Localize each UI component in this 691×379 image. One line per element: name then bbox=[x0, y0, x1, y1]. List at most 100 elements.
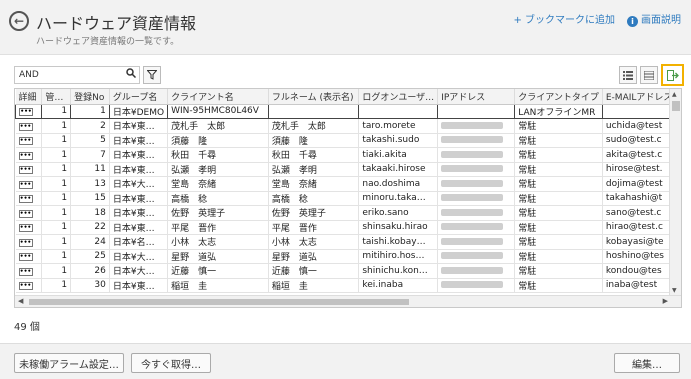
table-row[interactable]: ••• 1 18 日本¥東… 佐野 英理子 佐野 英理子 eriko.sano 常駐 sano@… bbox=[15, 205, 681, 221]
column-header-detail[interactable]: 詳細 bbox=[15, 89, 43, 105]
filter-icon bbox=[147, 70, 157, 80]
table-row[interactable]: ••• 1 26 日本¥大… 近藤 慎一 近藤 慎一 shinichu.kon… 常駐 kond… bbox=[15, 263, 681, 279]
more-icon[interactable]: ••• bbox=[19, 108, 33, 117]
logon-user-cell: shinsaku.hirao bbox=[358, 220, 439, 235]
fullname-cell: 佐野 英理子 bbox=[268, 205, 360, 221]
client-name-cell: 小林 太志 bbox=[167, 234, 269, 250]
search-icon[interactable] bbox=[126, 68, 137, 81]
client-type-cell: 常駐 bbox=[514, 162, 603, 177]
table-row[interactable]: ••• 1 22 日本¥東… 平尾 晋作 平尾 晋作 shinsaku.hirao 常駐 hir… bbox=[15, 220, 681, 235]
client-type-cell: 常駐 bbox=[514, 118, 603, 134]
inactivity-alarm-settings-button[interactable]: 未稼働アラーム設定… bbox=[14, 353, 124, 373]
client-type-cell: 常駐 bbox=[514, 278, 603, 293]
horizontal-scrollbar[interactable]: ◀ ▶ bbox=[15, 295, 681, 307]
column-header-client[interactable]: クライアント名 bbox=[167, 89, 269, 105]
reg-no-cell: 15 bbox=[70, 191, 110, 206]
redacted-ip bbox=[441, 252, 504, 260]
group-cell: 日本¥東… bbox=[109, 162, 169, 177]
acquire-now-button[interactable]: 今すぐ取得… bbox=[131, 353, 211, 373]
fullname-cell bbox=[267, 103, 360, 119]
vertical-scroll-thumb[interactable] bbox=[672, 101, 680, 111]
column-header-fullname[interactable]: フルネーム (表示名) bbox=[268, 89, 360, 105]
client-name-cell: 近藤 慎一 bbox=[167, 263, 269, 279]
manage-cell: 1 bbox=[41, 263, 72, 279]
column-header-reg-no[interactable]: 登録No bbox=[70, 89, 110, 105]
table-row[interactable]: ••• 1 15 日本¥東… 高橋 稔高橋 稔 minoru.taka… 常駐 takahas… bbox=[15, 191, 681, 206]
scroll-up-icon[interactable]: ▲ bbox=[672, 91, 677, 98]
detail-cell: ••• bbox=[15, 176, 43, 192]
filter-button[interactable] bbox=[143, 66, 161, 84]
redacted-ip bbox=[441, 223, 504, 231]
column-header-client-type[interactable]: クライアントタイプ bbox=[514, 89, 603, 105]
fullname-cell: 近藤 慎一 bbox=[268, 263, 360, 279]
table-row[interactable]: ••• 1 2 日本¥東… 茂札手 太郎 茂札手 太郎 taro.morete 常駐 uchid… bbox=[15, 118, 681, 134]
fullname-cell: 弘瀬 孝明 bbox=[268, 162, 360, 177]
reg-no-cell: 11 bbox=[70, 162, 110, 177]
client-type-cell: 常駐 bbox=[514, 191, 603, 206]
record-count: 49 個 bbox=[14, 322, 40, 333]
reg-no-cell: 30 bbox=[70, 278, 110, 293]
reg-no-cell: 24 bbox=[70, 234, 110, 250]
table-row[interactable]: ••• 1 7 日本¥東… 秋田 千尋 秋田 千尋 tiaki.akita 常駐 akita@t… bbox=[15, 147, 681, 163]
scroll-down-icon[interactable]: ▼ bbox=[672, 287, 677, 294]
ip-address-cell bbox=[437, 234, 516, 250]
logon-user-cell: eriko.sano bbox=[358, 205, 439, 221]
scroll-right-icon[interactable]: ▶ bbox=[663, 297, 668, 305]
more-icon[interactable]: ••• bbox=[18, 267, 33, 276]
manage-cell: 1 bbox=[41, 220, 72, 235]
edit-button[interactable]: 編集… bbox=[614, 353, 680, 373]
add-bookmark-link[interactable]: + ブックマークに追加 bbox=[513, 11, 615, 27]
logon-user-cell: taishi.kobay… bbox=[358, 234, 439, 250]
search-input[interactable] bbox=[14, 66, 140, 84]
horizontal-scroll-thumb[interactable] bbox=[29, 299, 409, 305]
more-icon[interactable]: ••• bbox=[18, 253, 33, 262]
group-cell: 日本¥名… bbox=[109, 234, 169, 250]
table-view-icon bbox=[644, 70, 654, 80]
logon-user-cell: kei.inaba bbox=[358, 278, 439, 293]
redacted-ip bbox=[441, 194, 504, 202]
column-header-group[interactable]: グループ名 bbox=[109, 89, 169, 105]
screen-help-link[interactable]: i 画面説明 bbox=[627, 11, 681, 27]
vertical-scrollbar[interactable]: ▲ ▼ bbox=[669, 89, 681, 296]
more-icon[interactable]: ••• bbox=[18, 224, 33, 233]
more-icon[interactable]: ••• bbox=[18, 195, 33, 204]
detail-cell: ••• bbox=[15, 249, 43, 264]
detail-cell: ••• bbox=[15, 278, 43, 293]
more-icon[interactable]: ••• bbox=[18, 137, 33, 146]
back-arrow-icon[interactable]: ← bbox=[9, 11, 29, 31]
table-row[interactable]: ••• 1 11 日本¥東… 弘瀬 孝明 弘瀬 孝明 takaaki.hirose 常駐 hir… bbox=[15, 162, 681, 177]
table-row[interactable]: ••• 1 24 日本¥名… 小林 太志 小林 太志 taishi.kobay… 常駐 koba… bbox=[15, 234, 681, 250]
manage-cell: 1 bbox=[41, 205, 72, 221]
more-icon[interactable]: ••• bbox=[18, 151, 33, 160]
client-name-cell: 茂札手 太郎 bbox=[167, 118, 269, 134]
more-icon[interactable]: ••• bbox=[18, 282, 33, 291]
table-row[interactable]: ••• 1 30 日本¥東… 稲垣 圭稲垣 圭 kei.inaba 常駐 inaba@test bbox=[15, 278, 681, 293]
more-icon[interactable]: ••• bbox=[18, 209, 33, 218]
table-view-button[interactable] bbox=[640, 66, 658, 84]
list-view-button[interactable] bbox=[619, 66, 637, 84]
table-row[interactable]: ••• 1 25 日本¥大… 星野 道弘 星野 道弘 mitihiro.hos… 常駐 hosh… bbox=[15, 249, 681, 264]
more-icon[interactable]: ••• bbox=[18, 122, 33, 131]
column-header-logon-user[interactable]: ログオンユーザ… bbox=[358, 89, 439, 105]
table-row[interactable]: ••• 1 13 日本¥大… 堂島 奈緒 堂島 奈緒 nao.doshima 常駐 dojima… bbox=[15, 176, 681, 192]
column-header-manage[interactable]: 管… bbox=[41, 89, 72, 105]
client-type-cell: 常駐 bbox=[514, 220, 603, 235]
export-button[interactable] bbox=[661, 64, 684, 86]
column-header-ip[interactable]: IPアドレス bbox=[437, 89, 516, 105]
more-icon[interactable]: ••• bbox=[18, 238, 33, 247]
detail-cell: ••• bbox=[15, 162, 43, 177]
more-icon[interactable]: ••• bbox=[18, 166, 33, 175]
client-name-cell: 高橋 稔 bbox=[167, 191, 269, 206]
client-type-cell: 常駐 bbox=[514, 133, 603, 148]
more-icon[interactable]: ••• bbox=[18, 180, 33, 189]
manage-cell: 1 bbox=[41, 118, 72, 134]
scroll-left-icon[interactable]: ◀ bbox=[18, 297, 23, 305]
fullname-cell: 堂島 奈緒 bbox=[268, 176, 360, 192]
redacted-ip bbox=[441, 281, 504, 289]
table-row[interactable]: ••• 1 5 日本¥東… 須藤 隆須藤 隆 takashi.sudo 常駐 sudo@tes… bbox=[15, 133, 681, 148]
group-cell: 日本¥大… bbox=[109, 263, 169, 279]
logon-user-cell: takashi.sudo bbox=[358, 133, 439, 148]
table-row[interactable]: ••• 1 1 日本¥DEMO WIN-95HMC80L46V LANオフラインMR bbox=[15, 103, 681, 119]
detail-cell: ••• bbox=[15, 191, 43, 206]
redacted-ip bbox=[441, 165, 504, 173]
